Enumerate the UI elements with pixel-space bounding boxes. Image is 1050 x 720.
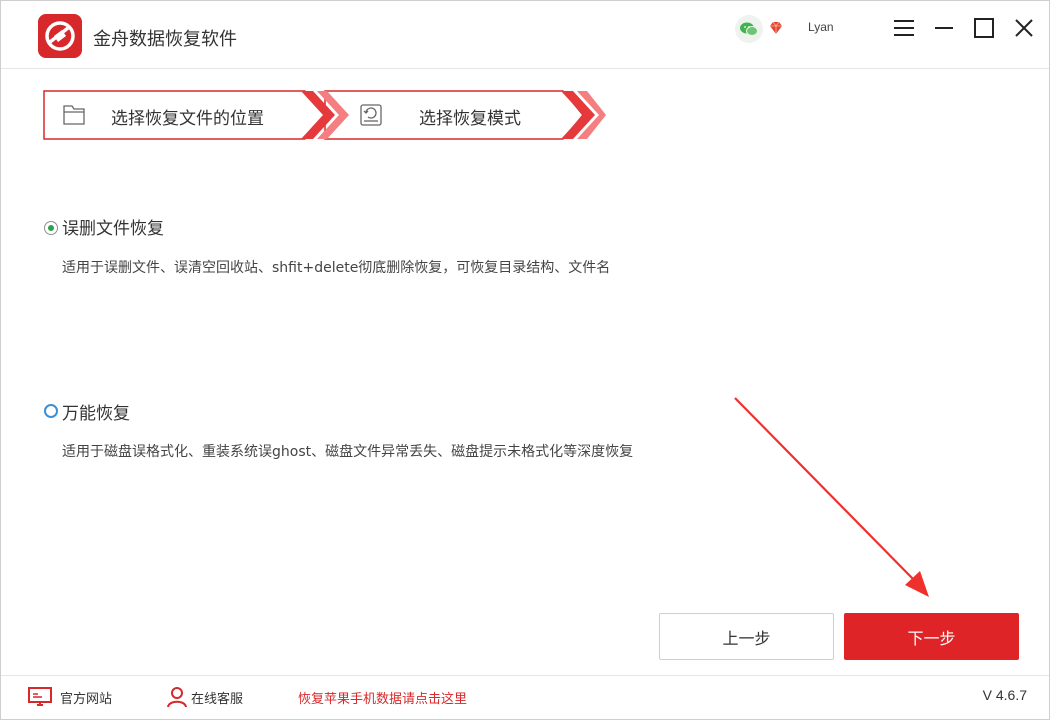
prev-step-button[interactable]: 上一步 — [659, 613, 834, 660]
disk-restore-icon — [359, 103, 383, 127]
user-support-icon[interactable] — [166, 685, 188, 713]
app-window: 金舟数据恢复软件 Lyan 选择恢复文件的位置 选择恢复模式 误删文件恢复 适用… — [0, 0, 1050, 720]
app-logo-icon — [38, 14, 82, 58]
minimize-icon[interactable] — [931, 15, 957, 41]
step-label-location: 选择恢复文件的位置 — [111, 109, 264, 129]
username[interactable]: Lyan — [808, 20, 834, 34]
wechat-icon[interactable] — [735, 15, 763, 43]
option-title[interactable]: 万能恢复 — [62, 399, 130, 424]
official-website-link[interactable]: 官方网站 — [60, 688, 112, 707]
monitor-icon[interactable] — [28, 685, 52, 713]
radio-deleted-file-recovery[interactable] — [44, 221, 58, 235]
option-title[interactable]: 误删文件恢复 — [62, 214, 164, 239]
option-description: 适用于误删文件、误清空回收站、shfit+delete彻底删除恢复，可恢复目录结… — [62, 260, 611, 276]
radio-universal-recovery[interactable] — [44, 404, 58, 418]
next-step-button[interactable]: 下一步 — [844, 613, 1019, 660]
app-title: 金舟数据恢复软件 — [93, 29, 237, 50]
online-support-link[interactable]: 在线客服 — [191, 688, 243, 707]
maximize-icon[interactable] — [971, 15, 997, 41]
apple-recovery-link[interactable]: 恢复苹果手机数据请点击这里 — [298, 688, 467, 707]
hamburger-icon[interactable] — [891, 15, 917, 41]
step-indicator: 选择恢复文件的位置 选择恢复模式 — [43, 90, 606, 140]
title-bar: 金舟数据恢复软件 Lyan — [1, 1, 1049, 69]
vip-gem-icon[interactable] — [768, 20, 784, 36]
footer-bar: 官方网站 在线客服 恢复苹果手机数据请点击这里 V 4.6.7 — [1, 675, 1049, 719]
folder-icon — [62, 103, 86, 127]
step-label-mode: 选择恢复模式 — [419, 109, 521, 129]
option-description: 适用于磁盘误格式化、重装系统误ghost、磁盘文件异常丢失、磁盘提示未格式化等深… — [62, 444, 634, 460]
version-label: V 4.6.7 — [982, 687, 1027, 703]
close-icon[interactable] — [1011, 15, 1037, 41]
